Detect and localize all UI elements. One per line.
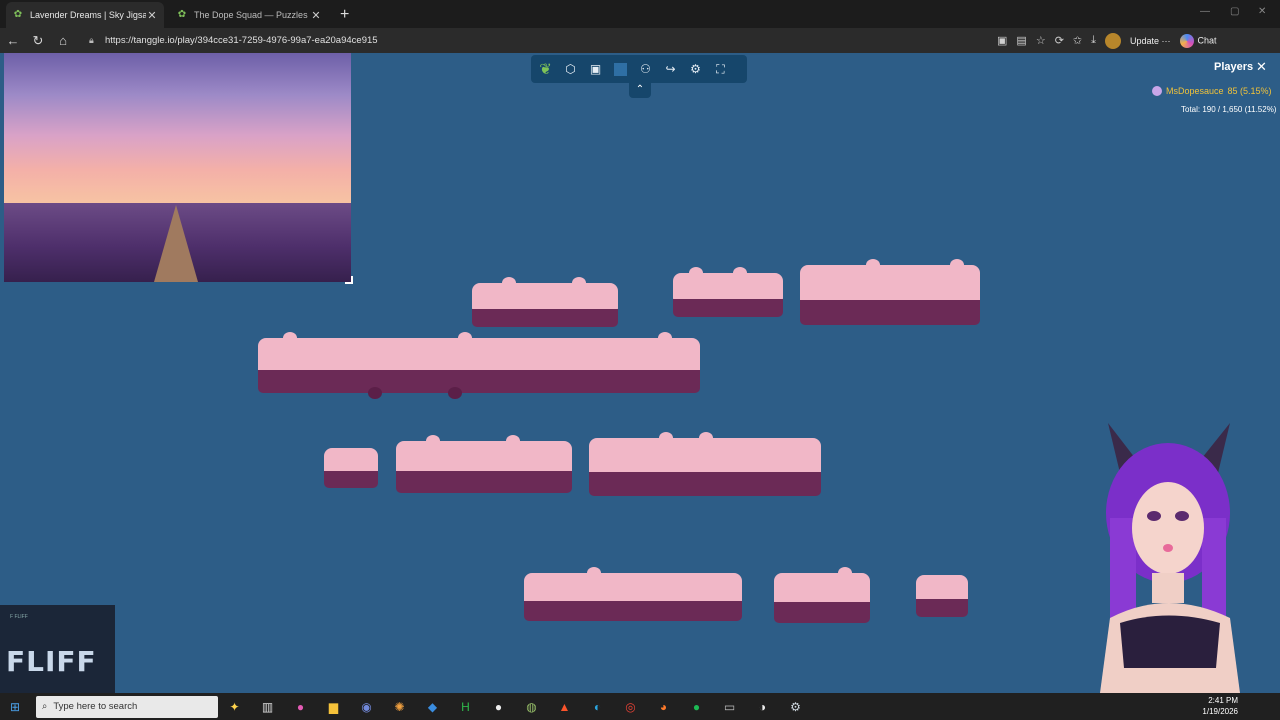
taskbar-search-box[interactable]: ⌕ Type here to search [36,695,218,718]
edge-browser-icon[interactable]: ◐ [581,700,614,714]
settings-gear-icon[interactable]: ⚙ [685,59,706,80]
tab-title: The Dope Squad — Puzzles [194,10,308,20]
puzzle-cluster[interactable] [524,567,742,621]
maximize-icon[interactable]: ▢ [1230,6,1239,17]
puzzle-cluster[interactable] [800,259,980,325]
total-progress: Total: 190 / 1,650 (11.52%) [1181,105,1277,114]
toolbar-right: ▣ ▤ ☆ ⟳ ✩ ⤓ Update ··· Chat [997,32,1217,49]
players-panel-title: Players [1214,61,1254,73]
back-icon[interactable]: ← [1,33,25,48]
task-view-icon[interactable]: ▥ [251,700,284,714]
puzzle-toolbar: ❦ ⬡ ▣ ⚇ ↪ ⚙ ⛶ [531,55,747,83]
copilot-sparkle-icon[interactable]: ✦ [218,700,251,714]
lock-icon: 🔒︎ [89,35,94,45]
preview-resize-handle[interactable] [345,276,353,284]
tab-bar: ✿ Lavender Dreams | Sky Jigsaw ✕ ✿ The D… [0,0,1280,28]
tab-dope-squad[interactable]: ✿ The Dope Squad — Puzzles ✕ [170,2,328,28]
refresh-icon[interactable]: ↻ [26,33,50,49]
puzzle-cluster[interactable] [472,277,618,327]
spotify-icon[interactable]: ● [680,700,713,714]
player-name: MsDopesauce [1166,86,1224,96]
favorites-icon[interactable]: ✩ [1073,34,1082,47]
update-button[interactable]: Update ··· [1130,36,1171,46]
app-icon[interactable]: ◑ [746,700,779,714]
copilot-icon [1179,33,1194,48]
split-screen-icon[interactable]: ▣ [997,34,1007,47]
new-tab-button[interactable]: + [340,2,349,28]
puzzle-cluster[interactable] [673,267,783,317]
fliff-logo-text: FLIFF [6,645,97,678]
close-tab-icon[interactable]: ✕ [146,9,158,22]
downloads-icon[interactable]: ⤓ [1091,34,1096,47]
reference-image-preview[interactable] [4,53,351,282]
puzzle-cluster[interactable] [589,432,821,496]
puzzle-cluster[interactable] [324,448,378,488]
navigation-bar: ← ↻ ⌂ 🔒︎ https://tanggle.io/play/394cce3… [0,28,1280,53]
system-clock[interactable]: 2:41 PM 1/19/2026 [1202,695,1238,717]
file-explorer-icon[interactable]: ▆ [317,700,350,714]
home-icon[interactable]: ⌂ [51,33,75,48]
firefox-browser-icon[interactable]: ◕ [647,700,680,714]
tanggle-logo-icon[interactable]: ❦ [535,59,556,80]
close-players-icon[interactable]: ✕ [1256,59,1267,75]
windows-start-icon[interactable]: ⊞ [0,700,30,714]
collapse-toolbar-chevron-icon[interactable]: ⌃ [629,82,651,98]
brave-browser-icon[interactable]: ▲ [548,700,581,714]
tanggle-favicon-icon: ✿ [13,9,23,20]
players-icon[interactable]: ⚇ [635,59,656,80]
app-icon[interactable]: ◆ [416,700,449,714]
close-window-icon[interactable]: ✕ [1258,6,1266,17]
player-score: 85 (5.15%) [1227,86,1272,96]
search-placeholder: Type here to search [53,701,138,712]
share-icon[interactable]: ↪ [660,59,681,80]
puzzle-cluster[interactable] [396,435,572,493]
tab-title: Lavender Dreams | Sky Jigsaw [30,10,146,20]
profile-avatar[interactable] [1105,32,1121,49]
puzzle-cluster[interactable] [258,332,700,399]
app-icon[interactable]: ▭ [713,700,746,714]
edge-pieces-icon[interactable]: ⬡ [560,59,581,80]
minimize-icon[interactable]: — [1200,6,1210,17]
tab-lavender-dreams[interactable]: ✿ Lavender Dreams | Sky Jigsaw ✕ [6,2,164,28]
clock-date: 1/19/2026 [1202,707,1238,716]
app-icon[interactable]: ◍ [515,700,548,714]
preview-path [154,205,198,282]
preview-sky [4,53,351,203]
puzzle-cluster[interactable] [774,567,870,623]
image-preview-icon[interactable]: ▣ [585,59,606,80]
address-text: https://tanggle.io/play/394cce31-7259-49… [105,35,378,46]
background-color-icon[interactable] [614,62,627,76]
h-app-icon[interactable]: H [449,700,482,714]
search-icon: ⌕ [42,701,48,712]
steam-icon[interactable]: ⚙ [779,700,812,714]
discord-icon[interactable]: ◉ [350,700,383,714]
chrome-browser-icon[interactable]: ◎ [614,700,647,714]
player-row: MsDopesauce 85 (5.15%) [1152,86,1272,96]
clock-time: 2:41 PM [1208,696,1238,705]
windows-taskbar: ⊞ ⌕ Type here to search ✦ ▥ ● ▆ ◉ ✺ ◆ H … [0,693,1280,720]
vtuber-avatar-overlay [1100,423,1240,693]
player-avatar [1152,86,1162,96]
extensions-icon[interactable]: ⟳ [1055,34,1064,47]
app-icon[interactable]: ✺ [383,700,416,714]
address-bar[interactable]: 🔒︎ https://tanggle.io/play/394cce31-7259… [83,31,1003,51]
fullscreen-icon[interactable]: ⛶ [710,59,731,80]
puzzle-board[interactable]: ❦ ⬡ ▣ ⚇ ↪ ⚙ ⛶ ⌃ Players ✕ MsDopesauce 85… [0,53,1280,693]
copilot-app-icon[interactable]: ● [284,700,317,714]
app-icon[interactable]: ● [482,700,515,714]
tanggle-favicon-icon: ✿ [177,9,187,20]
copilot-chat-button[interactable]: Chat [1179,33,1217,48]
favorite-star-icon[interactable]: ☆ [1036,34,1046,47]
close-tab-icon[interactable]: ✕ [310,9,322,22]
puzzle-cluster[interactable] [916,575,968,617]
fliff-small-logo: F FLIFF [10,614,28,620]
fliff-sponsor-overlay: F FLIFF FLIFF [0,605,115,693]
reading-view-icon[interactable]: ▤ [1016,34,1026,47]
